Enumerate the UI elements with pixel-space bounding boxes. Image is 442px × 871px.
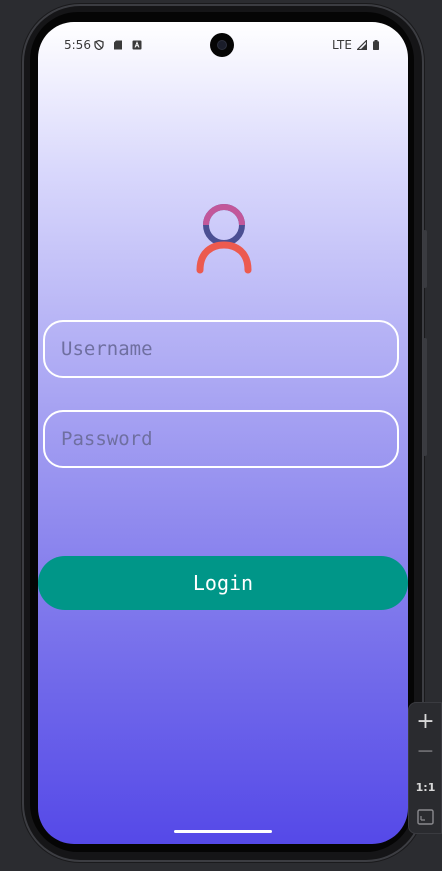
keyboard-app-icon [132, 40, 142, 50]
username-field[interactable] [43, 320, 399, 378]
app-screen: 5:56 LTE Username Login [38, 22, 408, 844]
network-type: LTE [332, 38, 352, 52]
power-button[interactable] [423, 230, 427, 288]
actual-size-button[interactable]: 1:1 [409, 775, 442, 801]
gesture-navigation-bar[interactable] [174, 830, 272, 833]
front-camera [210, 33, 234, 57]
emulator-zoom-toolbar: + − 1:1 [408, 702, 442, 834]
fit-screen-icon [417, 809, 434, 825]
play-protect-icon [94, 40, 104, 50]
status-bar: 5:56 LTE [38, 22, 408, 68]
zoom-out-icon[interactable]: − [409, 739, 442, 765]
fit-screen-button[interactable] [409, 805, 442, 831]
user-avatar-icon [196, 204, 252, 274]
status-time: 5:56 [64, 38, 91, 52]
signal-icon [357, 40, 367, 50]
password-field[interactable] [43, 410, 399, 468]
login-button[interactable]: Login [38, 556, 408, 610]
username-input[interactable] [45, 322, 397, 376]
volume-button[interactable] [423, 338, 427, 456]
password-input[interactable] [45, 412, 397, 466]
emulator-stage: 5:56 LTE Username Login + − 1:1 [0, 0, 442, 871]
sd-card-icon [114, 40, 122, 50]
battery-icon [373, 40, 379, 50]
zoom-in-icon[interactable]: + [409, 709, 442, 735]
